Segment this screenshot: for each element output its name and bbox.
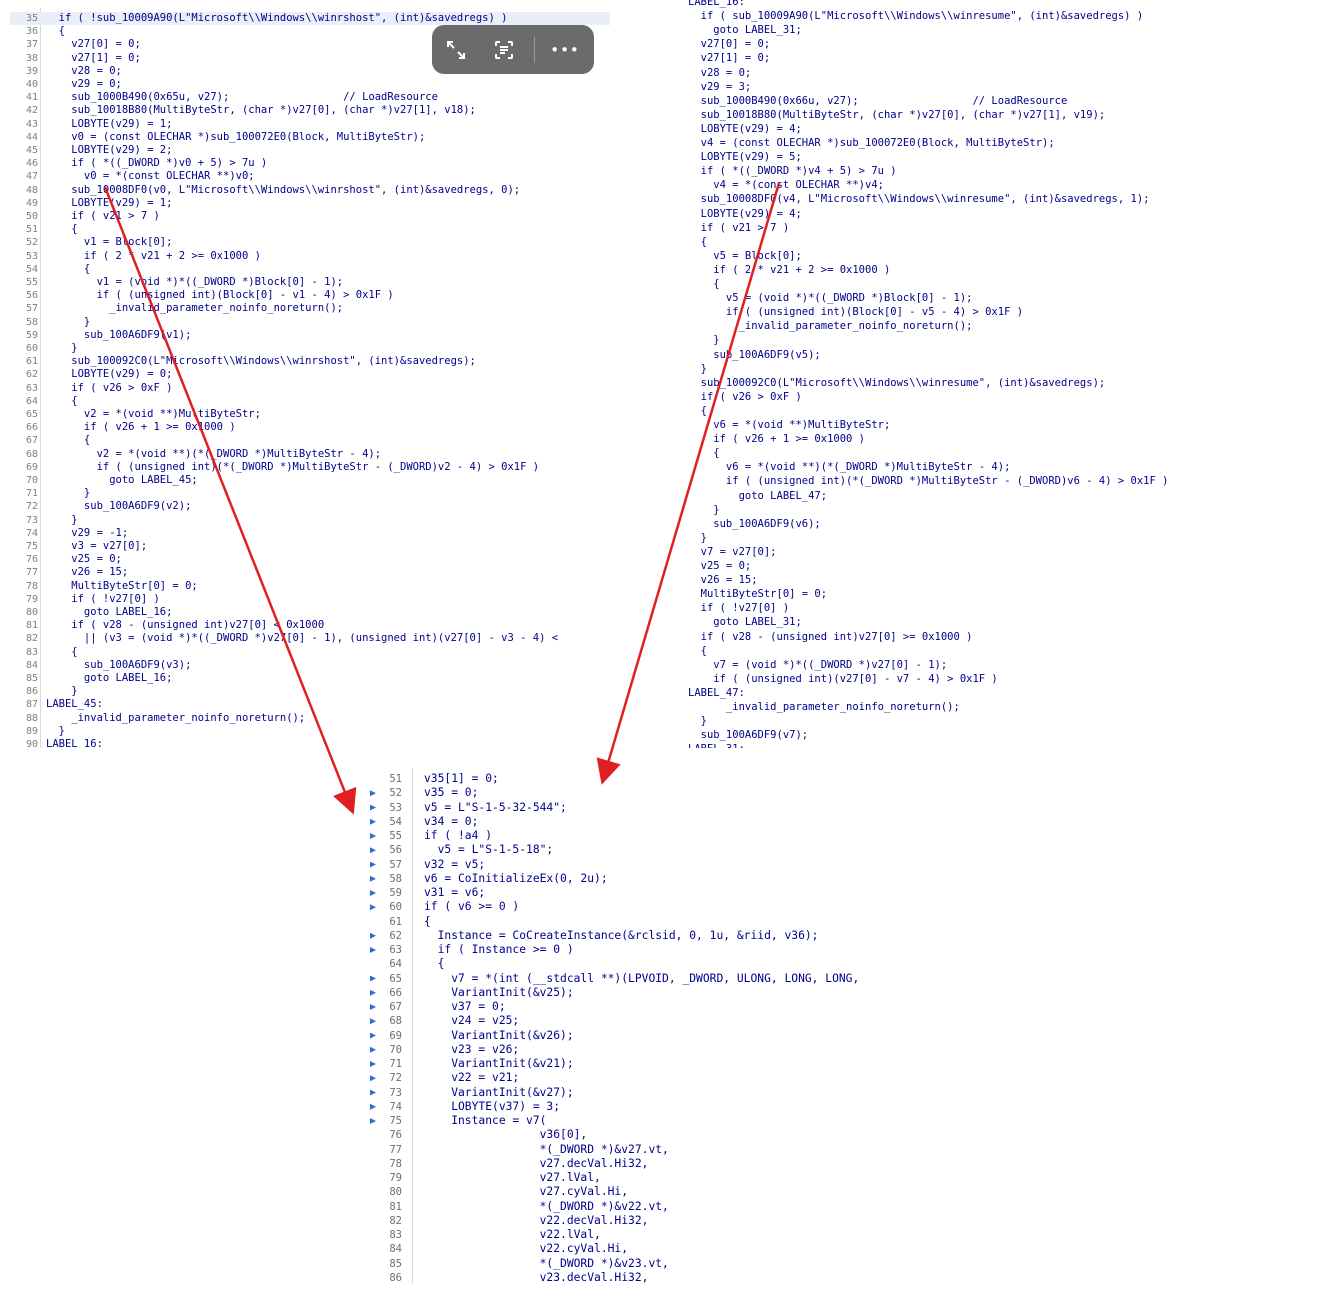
arrow-right-to-bottom bbox=[596, 182, 781, 785]
annotation-arrows bbox=[103, 182, 781, 815]
arrow-left-to-bottom bbox=[103, 186, 357, 815]
